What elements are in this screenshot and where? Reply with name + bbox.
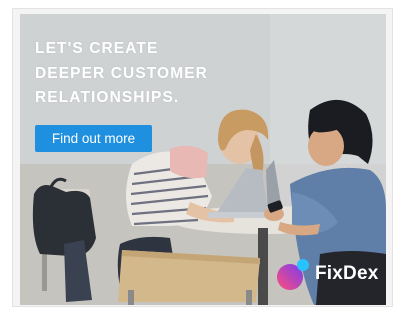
ad-headline: LET'S CREATE DEEPER CUSTOMER RELATIONSHI… [35,37,275,111]
front-chair [118,250,260,305]
headline-line-2: DEEPER CUSTOMER [35,64,208,82]
find-out-more-button[interactable]: Find out more [35,125,152,152]
fixdex-logo-icon [275,256,311,292]
headline-line-1: LET'S CREATE [35,40,159,57]
fixdex-logo[interactable]: FixDex [275,256,379,292]
headline-line-3: RELATIONSHIPS. [35,89,180,106]
banner-ad[interactable]: LET'S CREATE DEEPER CUSTOMER RELATIONSHI… [20,14,386,305]
brand-name: FixDex [315,263,379,284]
